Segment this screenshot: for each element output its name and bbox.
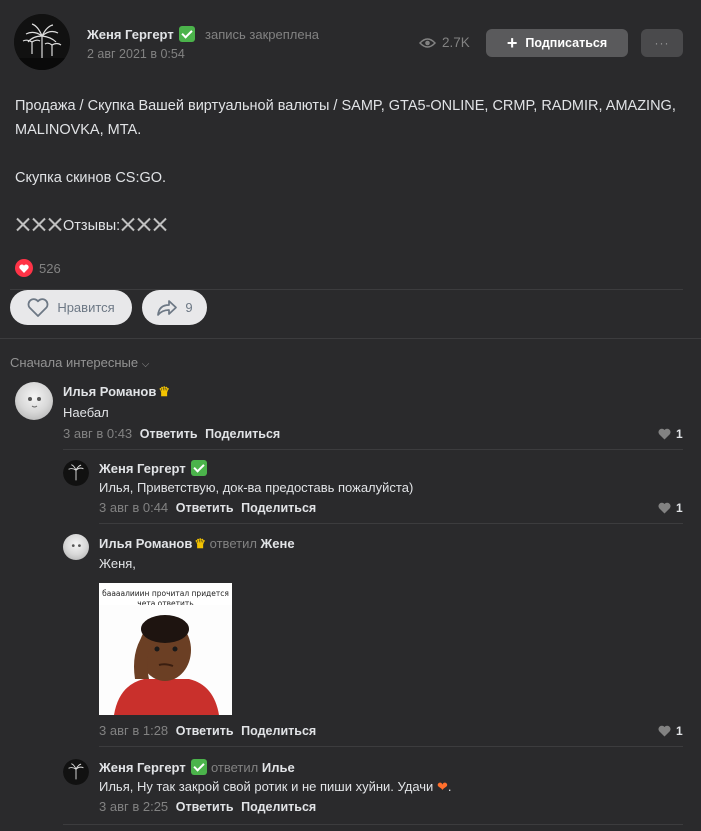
post-body: Продажа / Скупка Вашей виртуальной валют… (15, 94, 685, 262)
comment-author[interactable]: Илья Романов ♛ (63, 384, 170, 400)
reply-target[interactable]: Илье (262, 760, 295, 775)
subscribe-button[interactable]: + Подписаться (486, 29, 628, 57)
heart-icon (27, 298, 49, 317)
cross-icon (120, 216, 136, 232)
comment-author[interactable]: Женя Гергерт ответил Илье (99, 759, 295, 775)
plus-icon: + (506, 33, 518, 53)
cross-icon (31, 216, 47, 232)
comment-time[interactable]: 3 авг в 2:25 (99, 799, 168, 814)
verified-icon (191, 759, 208, 775)
more-options-button[interactable]: ··· (641, 29, 683, 57)
comment-time[interactable]: 3 авг в 0:44 (99, 500, 168, 515)
comment-text: Женя, (99, 556, 136, 571)
reply-button[interactable]: Ответить (176, 724, 234, 738)
comment-time[interactable]: 3 авг в 1:28 (99, 723, 168, 738)
comment-meta: 3 авг в 2:25 Ответить Поделиться (99, 799, 316, 814)
heart-icon (658, 725, 671, 737)
heart-icon (658, 502, 671, 514)
orange-heart-icon: ❤ (436, 779, 448, 794)
divider (99, 746, 683, 747)
views-counter: 2.7K (419, 35, 470, 50)
crown-icon: ♛ (158, 384, 171, 399)
comment-text: Илья, Ну так закрой свой ротик и не пиши… (99, 779, 452, 794)
commenter-avatar[interactable] (63, 460, 89, 486)
comment-text: Илья, Приветствую, док-ва предоставь пож… (99, 480, 414, 495)
share-comment-button[interactable]: Поделиться (205, 427, 280, 441)
commenter-avatar[interactable] (63, 759, 89, 785)
divider (0, 338, 701, 339)
post-date[interactable]: 2 авг 2021 в 0:54 (87, 47, 185, 61)
commenter-avatar[interactable] (15, 382, 53, 420)
verified-icon (179, 26, 196, 42)
divider (99, 523, 683, 524)
comments-sort-dropdown[interactable]: Сначала интересные ⌵ (10, 355, 149, 370)
commenter-avatar[interactable] (63, 534, 89, 560)
comment-time[interactable]: 3 авг в 0:43 (63, 426, 132, 441)
cross-icon (152, 216, 168, 232)
comment-meta: 3 авг в 1:28 Ответить Поделиться (99, 723, 316, 738)
divider (63, 449, 683, 450)
divider (63, 824, 683, 825)
like-button[interactable]: Нравится (10, 290, 132, 325)
pinned-label: запись закреплена (205, 27, 319, 42)
cross-icon (15, 216, 31, 232)
verified-icon (191, 460, 208, 476)
post-text-line: Отзывы: (15, 214, 685, 238)
share-comment-button[interactable]: Поделиться (241, 724, 316, 738)
cross-icon (47, 216, 63, 232)
meme-image[interactable]: баааалииин прочитал придется чета ответи… (99, 583, 232, 715)
reply-button[interactable]: Ответить (140, 427, 198, 441)
eye-icon (419, 37, 436, 48)
post-text-line: Продажа / Скупка Вашей виртуальной валют… (15, 98, 676, 138)
reply-target[interactable]: Жене (261, 536, 295, 551)
heart-icon (658, 428, 671, 440)
share-comment-button[interactable]: Поделиться (241, 501, 316, 515)
cross-icon (136, 216, 152, 232)
post-author[interactable]: Женя Гергерт (87, 26, 196, 42)
comment-like-button[interactable]: 1 (658, 501, 683, 515)
author-avatar[interactable] (14, 14, 70, 70)
comment-meta: 3 авг в 0:44 Ответить Поделиться (99, 500, 316, 515)
heart-reaction-icon (15, 259, 33, 277)
post-text-line: Скупка скинов CS:GO. (15, 170, 167, 186)
comment-author[interactable]: Женя Гергерт (99, 460, 208, 476)
crown-icon: ♛ (194, 536, 207, 551)
reply-button[interactable]: Ответить (176, 800, 234, 814)
comment-meta: 3 авг в 0:43 Ответить Поделиться (63, 426, 280, 441)
share-button[interactable]: 9 (142, 290, 207, 325)
comment-like-button[interactable]: 1 (658, 427, 683, 441)
chevron-down-icon: ⌵ (141, 359, 150, 370)
share-icon (157, 299, 178, 316)
comment-author[interactable]: Илья Романов ♛ ответил Жене (99, 536, 295, 552)
reply-button[interactable]: Ответить (176, 501, 234, 515)
comment-like-button[interactable]: 1 (658, 724, 683, 738)
reactions-summary[interactable]: 526 (15, 259, 61, 277)
comment-text: Наебал (63, 405, 109, 420)
share-comment-button[interactable]: Поделиться (241, 800, 316, 814)
